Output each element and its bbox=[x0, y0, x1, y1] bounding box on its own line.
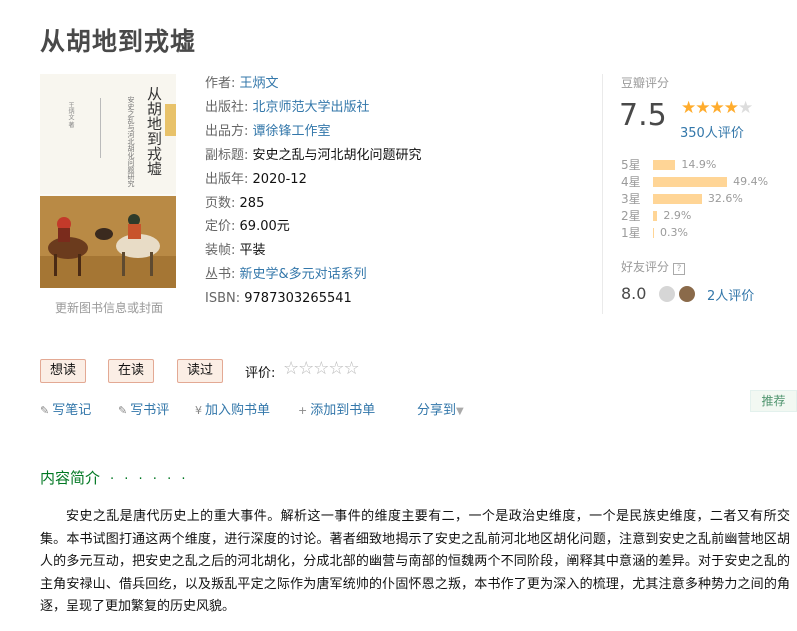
rating-dist-row: 2星 2.9% bbox=[621, 209, 692, 223]
add-to-list-button[interactable]: + 添加到书单 bbox=[298, 399, 375, 418]
want-to-read-button[interactable]: 想读 bbox=[40, 359, 87, 383]
pencil-icon: ✎ bbox=[40, 404, 50, 417]
info-price: 定价: 69.00元 bbox=[205, 219, 290, 235]
info-year: 出版年: 2020-12 bbox=[205, 171, 307, 187]
cover-seal bbox=[165, 104, 176, 136]
reading-button[interactable]: 在读 bbox=[108, 359, 155, 383]
rating-bar bbox=[653, 193, 702, 204]
intro-text: 安史之乱是唐代历史上的重大事件。解析这一事件的维度主要有二，一个是政治史维度，一… bbox=[40, 509, 790, 614]
book-info: 作者: 王炳文 出版社: 北京师范大学出版社 出品方: 谭徐锋工作室 副标题: … bbox=[205, 72, 422, 311]
have-read-button[interactable]: 读过 bbox=[177, 359, 224, 383]
write-review-button[interactable]: ✎ 写书评 bbox=[118, 399, 169, 418]
series-link[interactable]: 新史学&多元对话系列 bbox=[240, 267, 367, 282]
share-button[interactable]: 分享到▼ bbox=[417, 399, 464, 418]
cover-subtitle: 安史之乱与河北胡化问题研究 bbox=[127, 96, 135, 187]
star-filled-icon: ★★★★ bbox=[681, 98, 739, 118]
recommend-button[interactable]: 推荐 bbox=[750, 390, 797, 412]
rating-panel: 豆瓣评分 7.5 ★★★★★ 350人评价 5星 14.9% 4星 49.4% 3星… bbox=[602, 74, 797, 314]
rating-dist-row: 4星 49.4% bbox=[621, 175, 769, 189]
author-link[interactable]: 王炳文 bbox=[240, 76, 279, 91]
info-isbn: ISBN: 9787303265541 bbox=[205, 291, 352, 307]
rating-label: 豆瓣评分 bbox=[621, 76, 670, 90]
info-producer: 出品方: 谭徐锋工作室 bbox=[205, 123, 331, 139]
cover-text-area: 从胡地到戎墟 安史之乱与河北胡化问题研究 王炳文 著 bbox=[40, 74, 176, 194]
chevron-down-icon: ▼ bbox=[456, 406, 464, 417]
plus-icon: + bbox=[298, 404, 308, 417]
rating-count-link[interactable]: 350人评价 bbox=[680, 122, 744, 141]
friend-rating-score: 8.0 bbox=[621, 284, 647, 303]
friend-rating-label: 好友评分? bbox=[621, 258, 686, 275]
yen-icon: ¥ bbox=[195, 404, 202, 417]
book-cover[interactable]: 从胡地到戎墟 安史之乱与河北胡化问题研究 王炳文 著 bbox=[40, 74, 176, 288]
info-publisher: 出版社: 北京师范大学出版社 bbox=[205, 99, 370, 115]
info-pages: 页数: 285 bbox=[205, 195, 265, 211]
publisher-link[interactable]: 北京师范大学出版社 bbox=[253, 100, 370, 115]
cover-author: 王炳文 著 bbox=[67, 102, 74, 128]
cover-title: 从胡地到戎墟 bbox=[145, 86, 163, 176]
info-series: 丛书: 新史学&多元对话系列 bbox=[205, 267, 367, 283]
rating-bar bbox=[653, 159, 676, 170]
rating-bar bbox=[653, 210, 658, 221]
update-book-info-link[interactable]: 更新图书信息或封面 bbox=[55, 299, 163, 316]
help-icon[interactable]: ? bbox=[673, 263, 686, 275]
info-author: 作者: 王炳文 bbox=[205, 76, 279, 91]
page-title: 从胡地到戎墟 bbox=[40, 27, 197, 56]
intro-heading: 内容简介 · · · · · · bbox=[40, 469, 189, 487]
my-rating-label: 评价: bbox=[245, 366, 276, 381]
cover-painting bbox=[40, 196, 176, 288]
rating-stars: ★★★★★ bbox=[681, 98, 753, 118]
avatar[interactable] bbox=[679, 286, 695, 302]
avatar[interactable] bbox=[659, 286, 675, 302]
rating-dist-row: 5星 14.9% bbox=[621, 158, 717, 172]
rating-dist-row: 3星 32.6% bbox=[621, 192, 743, 206]
rating-bar bbox=[653, 176, 728, 187]
add-to-cart-button[interactable]: ¥ 加入购书单 bbox=[195, 399, 270, 418]
rating-distribution: 5星 14.9% 4星 49.4% 3星 32.6% 2星 2.9% 1星 0.3% bbox=[621, 156, 768, 241]
star-empty-icon: ★ bbox=[737, 98, 753, 118]
friend-rating-count-link[interactable]: 2人评价 bbox=[707, 285, 754, 304]
my-rating-stars[interactable]: ☆☆☆☆☆ bbox=[283, 358, 360, 379]
pencil-icon: ✎ bbox=[118, 404, 128, 417]
producer-link[interactable]: 谭徐锋工作室 bbox=[253, 124, 331, 139]
info-binding: 装帧: 平装 bbox=[205, 243, 266, 259]
write-note-button[interactable]: ✎ 写笔记 bbox=[40, 399, 91, 418]
rating-dist-row: 1星 0.3% bbox=[621, 226, 688, 240]
rating-score: 7.5 bbox=[619, 98, 667, 133]
info-subtitle: 副标题: 安史之乱与河北胡化问题研究 bbox=[205, 147, 422, 163]
rating-bar bbox=[653, 227, 654, 238]
cover-divider bbox=[100, 98, 101, 158]
